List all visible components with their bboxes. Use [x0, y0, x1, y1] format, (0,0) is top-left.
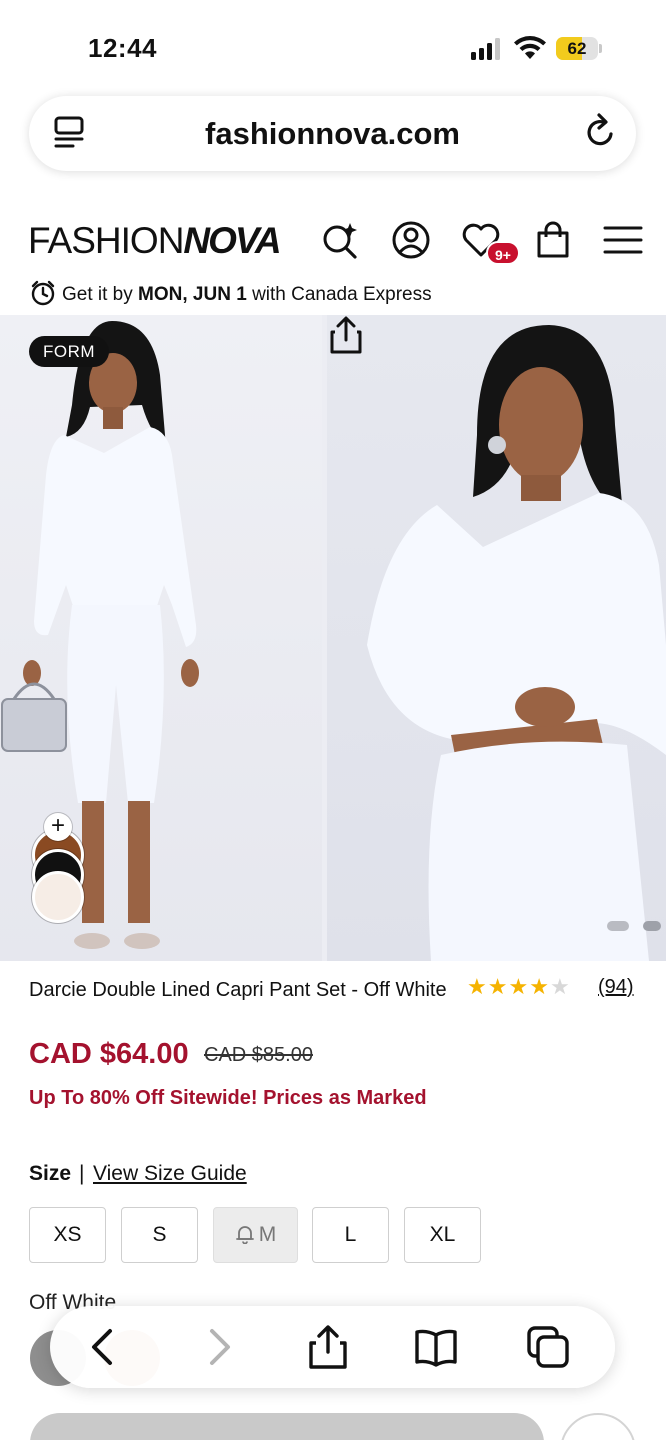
- star-filled-icon: ★: [508, 974, 530, 999]
- battery-indicator: 62: [556, 37, 602, 60]
- product-photo-full-length[interactable]: FORM +: [0, 315, 322, 961]
- reader-icon[interactable]: [53, 115, 87, 153]
- status-time: 12:44: [88, 33, 157, 63]
- sale-price: CAD $64.00: [29, 1038, 189, 1070]
- size-option-l[interactable]: L: [312, 1207, 389, 1263]
- browser-toolbar: [50, 1306, 615, 1388]
- star-filled-icon: ★: [529, 974, 550, 999]
- back-icon[interactable]: [82, 1325, 126, 1369]
- site-logo[interactable]: FASHIONNOVA: [28, 220, 282, 261]
- star-filled-icon: ★: [487, 974, 509, 999]
- forward-icon[interactable]: [196, 1325, 240, 1369]
- delivery-prefix: Get it by: [62, 284, 133, 305]
- collection-badge: FORM: [29, 336, 110, 367]
- ai-search-icon[interactable]: [320, 219, 360, 261]
- size-guide-link[interactable]: View Size Guide: [93, 1161, 247, 1187]
- reload-icon[interactable]: [582, 112, 620, 152]
- compare-at-price: CAD $85.00: [204, 1044, 313, 1066]
- battery-level: 62: [567, 39, 587, 58]
- pager-dot[interactable]: [607, 921, 629, 931]
- size-label: Size: [29, 1162, 72, 1185]
- share-icon[interactable]: [327, 315, 365, 355]
- logo-text-light: FASHION: [28, 220, 184, 261]
- size-option-m[interactable]: M: [213, 1207, 298, 1263]
- tabs-icon[interactable]: [526, 1325, 570, 1369]
- wishlist-count-badge: 9+: [486, 241, 520, 265]
- size-option-xs[interactable]: XS: [29, 1207, 106, 1263]
- size-option-xl[interactable]: XL: [404, 1207, 481, 1263]
- address-bar[interactable]: fashionnova.com: [29, 96, 636, 171]
- wifi-icon: [514, 36, 546, 59]
- add-to-bag-button[interactable]: [30, 1413, 544, 1440]
- menu-icon[interactable]: [603, 219, 643, 261]
- promo-message: Up To 80% Off Sitewide! Prices as Marked: [29, 1087, 427, 1109]
- delivery-estimate: Get it by MON, JUN 1 with Canada Express: [30, 280, 432, 308]
- account-icon[interactable]: [391, 219, 431, 261]
- wishlist-circle-button[interactable]: [560, 1413, 636, 1440]
- star-empty-icon: ★: [549, 974, 571, 999]
- swatch-off-white[interactable]: [32, 871, 84, 923]
- size-separator: |: [79, 1162, 85, 1185]
- alarm-clock-icon: [31, 280, 55, 306]
- url-text[interactable]: fashionnova.com: [99, 116, 566, 152]
- product-photo-closeup[interactable]: [327, 315, 666, 961]
- pager-dot[interactable]: [643, 921, 661, 931]
- delivery-suffix: with Canada Express: [252, 284, 432, 305]
- product-title: Darcie Double Lined Capri Pant Set - Off…: [29, 979, 447, 1001]
- cellular-signal-icon: [471, 38, 500, 60]
- color-swatch-stack[interactable]: +: [30, 813, 86, 925]
- status-bar: 12:44 62: [0, 0, 666, 90]
- delivery-date: MON, JUN 1: [138, 284, 247, 305]
- rating-stars[interactable]: ★★★★★: [467, 975, 571, 999]
- add-swatch-button[interactable]: +: [44, 813, 72, 841]
- logo-text-bold: NOVA: [183, 220, 281, 261]
- notify-bell-icon: [235, 1226, 254, 1244]
- size-option-m-label: M: [258, 1223, 277, 1246]
- bag-icon[interactable]: [533, 219, 573, 261]
- share-icon[interactable]: [306, 1325, 350, 1369]
- bookmarks-icon[interactable]: [414, 1325, 458, 1369]
- review-count-link[interactable]: (94): [598, 975, 634, 999]
- size-option-s[interactable]: S: [121, 1207, 198, 1263]
- star-filled-icon: ★: [467, 974, 488, 999]
- product-image-gallery[interactable]: FORM +: [0, 315, 666, 961]
